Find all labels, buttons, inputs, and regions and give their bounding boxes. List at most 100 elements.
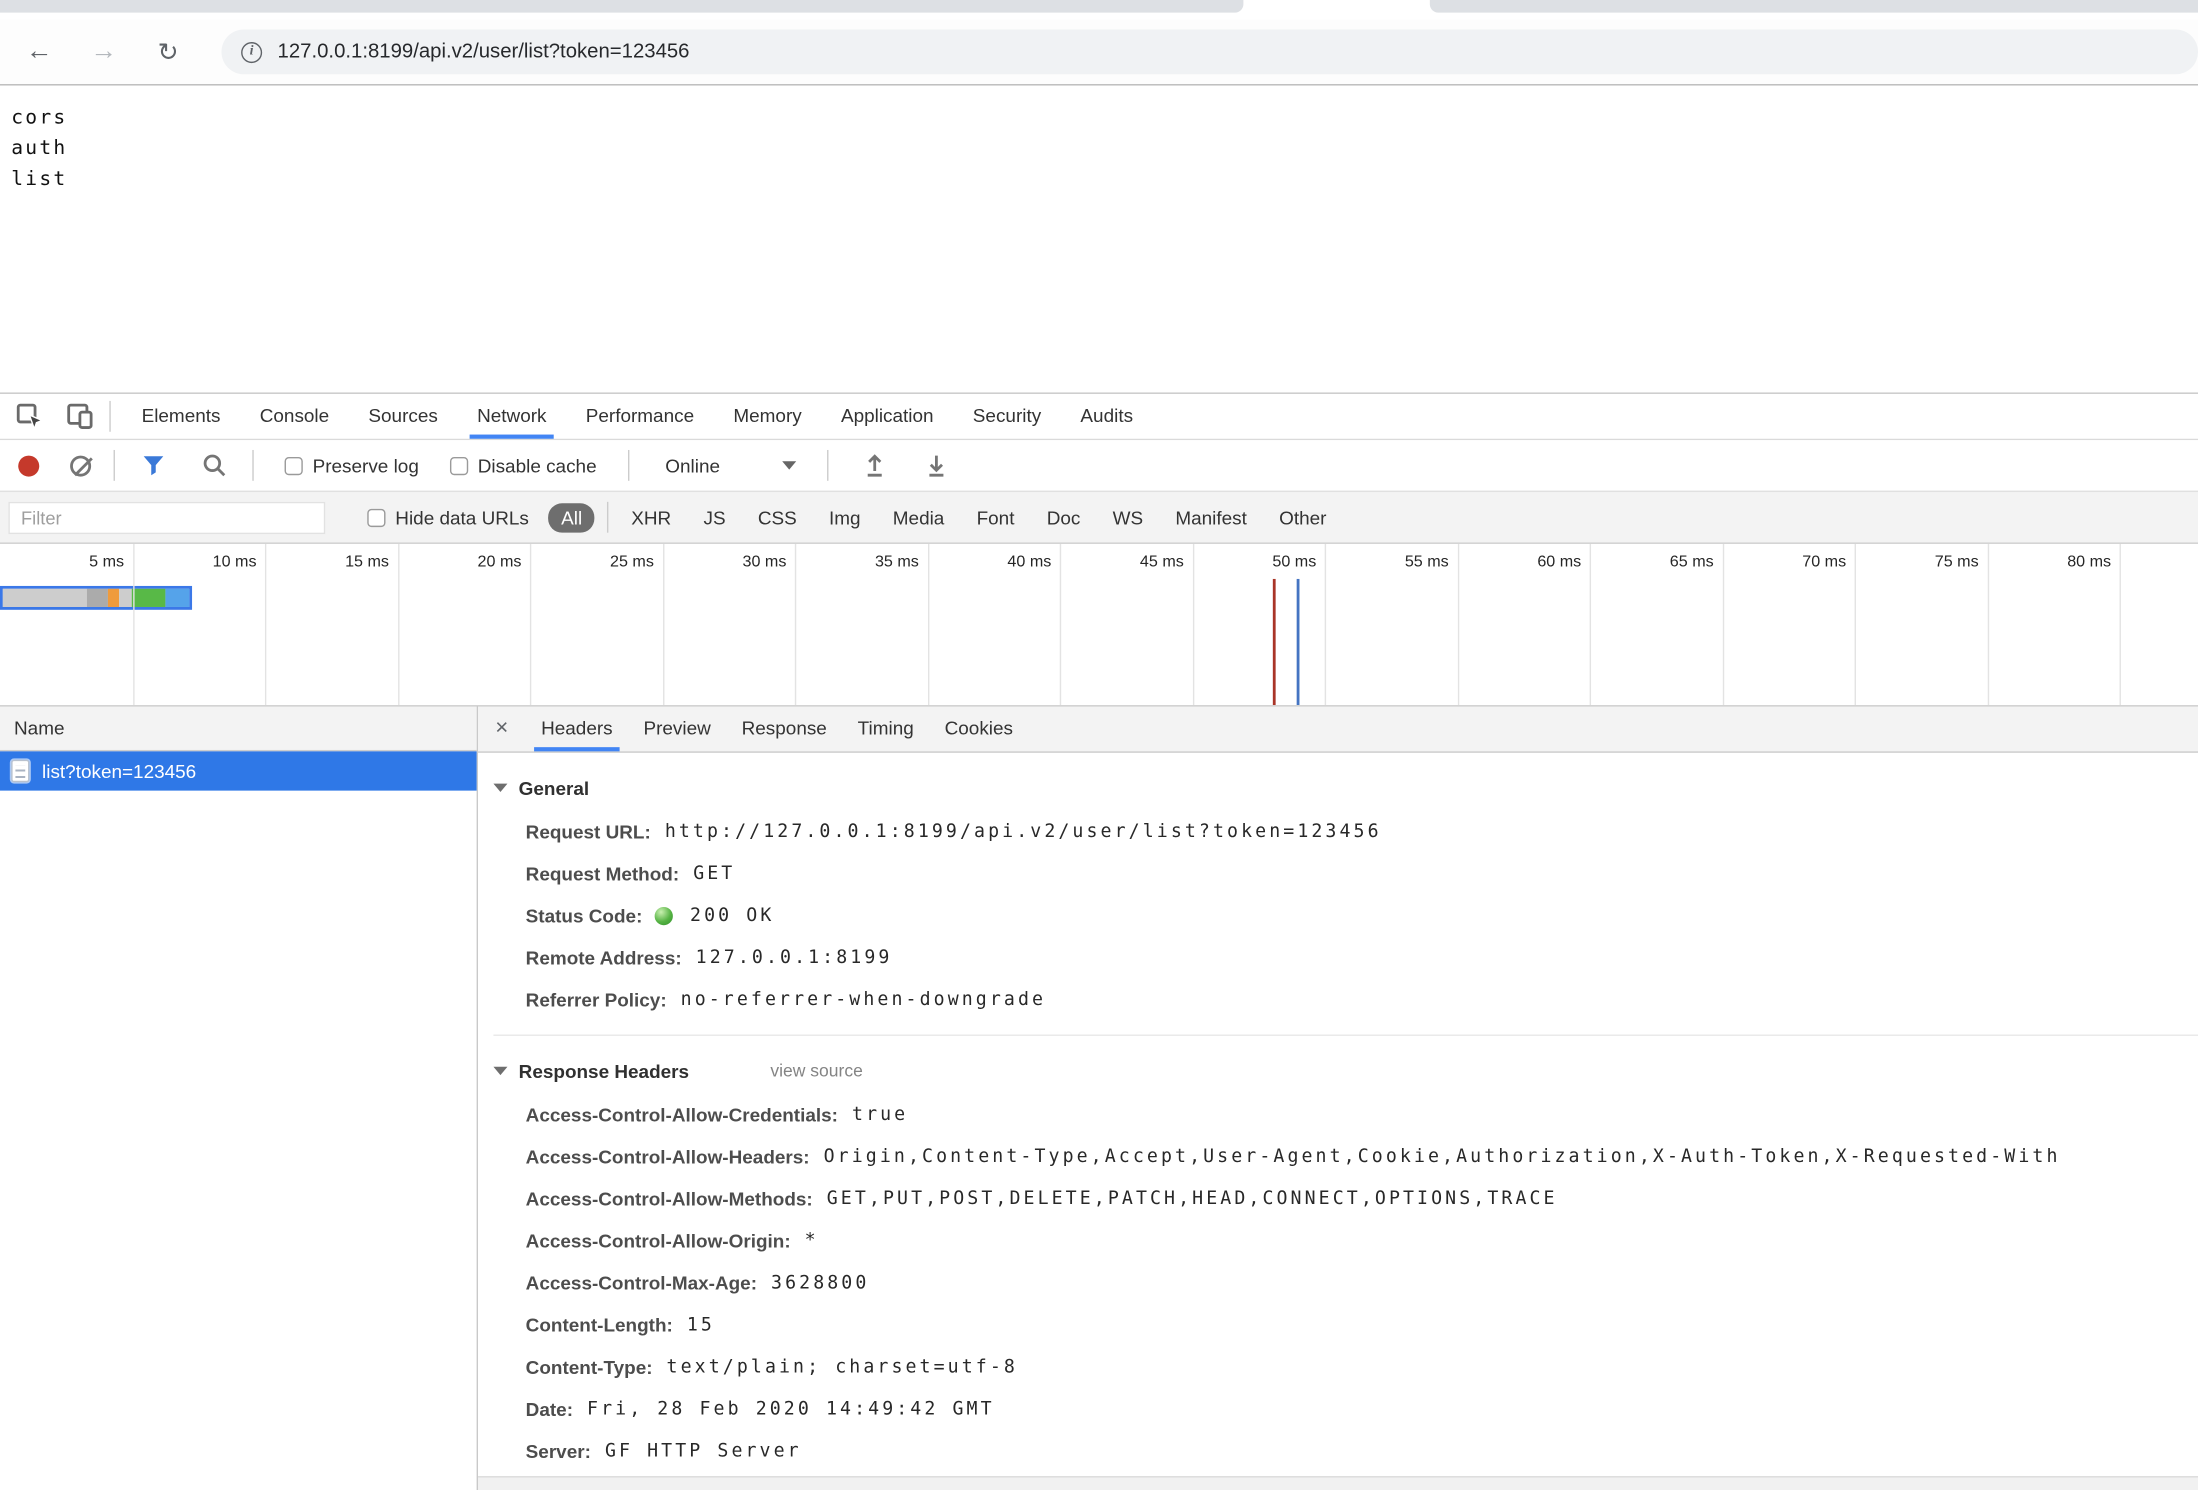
timeline-tick-label: 60 ms [1492,554,1582,571]
devtools-tab-list: ElementsConsoleSourcesNetworkPerformance… [122,394,1153,439]
preserve-log-checkbox[interactable] [285,456,303,474]
section-title-row[interactable]: Response Headersview source [493,1053,2198,1089]
overview-segment [119,589,132,607]
disable-cache-checkbox[interactable] [450,456,468,474]
overview-segment [132,589,166,607]
request-details-panel: × HeadersPreviewResponseTimingCookies Ge… [478,707,2198,1490]
horizontal-scrollbar[interactable] [478,1476,2198,1490]
details-tab-cookies[interactable]: Cookies [929,707,1028,752]
devtools-tab-memory[interactable]: Memory [714,394,822,439]
header-row: Request Method:GET [526,852,2198,894]
header-value: no-referrer-when-downgrade [681,989,1046,1010]
clear-network-log-icon[interactable] [70,455,91,476]
details-tab-headers[interactable]: Headers [526,707,628,752]
header-row: Date: Fri, 28 Feb 2020 14:49:42 GMT [526,1388,2198,1430]
view-source-link[interactable]: view source [770,1061,863,1081]
inspect-element-icon[interactable] [14,401,45,432]
timeline-gridline [1855,544,1856,705]
hide-data-urls-checkbox[interactable] [367,508,385,526]
filter-input[interactable] [8,501,325,533]
details-tab-response[interactable]: Response [726,707,842,752]
toolbar-divider [114,450,115,481]
header-row: Server:GF HTTP Server [526,1430,2198,1472]
name-column-header[interactable]: Name [0,707,477,752]
address-bar[interactable]: i 127.0.0.1:8199/api.v2/user/list?token=… [221,29,2198,74]
header-name: Access-Control-Max-Age: [526,1272,757,1293]
section-title: General [519,777,589,798]
details-tab-timing[interactable]: Timing [842,707,929,752]
devtools-tab-elements[interactable]: Elements [122,394,240,439]
filter-type-css[interactable]: CSS [748,503,807,532]
triangle-down-icon[interactable] [493,1067,507,1075]
timeline-gridline [1325,544,1326,705]
disable-cache-label[interactable]: Disable cache [478,455,597,476]
request-row[interactable]: list?token=123456 [0,751,477,790]
import-har-icon[interactable] [859,450,890,481]
dom-content-loaded-marker [1273,579,1276,705]
filter-type-doc[interactable]: Doc [1037,503,1090,532]
devtools-tab-sources[interactable]: Sources [349,394,458,439]
header-name: Request URL: [526,821,651,842]
toolbar-divider [827,450,828,481]
reload-icon[interactable]: ↻ [151,35,185,69]
filter-type-ws[interactable]: WS [1103,503,1153,532]
network-overview-timeline[interactable]: 5 ms10 ms15 ms20 ms25 ms30 ms35 ms40 ms4… [0,544,2198,705]
headers-pane: General Request URL:http://127.0.0.1:8199… [478,753,2198,1490]
header-value: GET,PUT,POST,DELETE,PATCH,HEAD,CONNECT,O… [827,1188,1558,1209]
timeline-tick-label: 40 ms [962,554,1052,571]
hide-data-urls-label[interactable]: Hide data URLs [395,507,529,528]
throttling-select[interactable]: Online [665,455,720,476]
timeline-gridline [795,544,796,705]
forward-icon[interactable]: → [87,35,121,69]
filter-type-manifest[interactable]: Manifest [1166,503,1257,532]
close-icon[interactable]: × [478,716,526,741]
header-row: Remote Address: 127.0.0.1:8199 [526,936,2198,978]
filter-type-other[interactable]: Other [1269,503,1336,532]
section-title-row[interactable]: General [493,770,2198,806]
page-info-icon[interactable]: i [241,41,262,62]
header-value: Fri, 28 Feb 2020 14:49:42 GMT [587,1398,995,1419]
timeline-tick-label: 75 ms [1889,554,1979,571]
page-content: cors auth list [0,86,2198,393]
header-value: true [852,1104,908,1125]
back-icon[interactable]: ← [22,35,56,69]
details-tab-preview[interactable]: Preview [628,707,726,752]
filter-type-img[interactable]: Img [819,503,870,532]
browser-window: ← → ↻ i 127.0.0.1:8199/api.v2/user/list?… [0,0,2198,1490]
toolbar-divider [109,401,110,432]
network-main-area: Name list?token=123456 × HeadersPreviewR… [0,705,2198,1490]
devtools-tab-security[interactable]: Security [953,394,1061,439]
search-icon[interactable] [199,450,230,481]
export-har-icon[interactable] [920,450,951,481]
filter-type-js[interactable]: JS [694,503,736,532]
devtools-left-icons [0,401,109,432]
browser-tab-inactive-left[interactable] [0,0,1243,13]
header-list: Request URL:http://127.0.0.1:8199/api.v2… [526,810,2198,1020]
timeline-tick-label: 35 ms [829,554,919,571]
devtools-tab-performance[interactable]: Performance [566,394,714,439]
devtools-tab-network[interactable]: Network [457,394,566,439]
filter-funnel-icon[interactable] [137,450,168,481]
header-list: Access-Control-Allow-Credentials:trueAcc… [526,1093,2198,1471]
header-name: Remote Address: [526,947,682,968]
filter-type-media[interactable]: Media [883,503,954,532]
filter-type-all[interactable]: All [549,503,595,532]
url-text[interactable]: 127.0.0.1:8199/api.v2/user/list?token=12… [278,41,690,63]
preserve-log-label[interactable]: Preserve log [313,455,419,476]
filter-type-xhr[interactable]: XHR [621,503,681,532]
devtools-tab-audits[interactable]: Audits [1061,394,1153,439]
timeline-gridline [1590,544,1591,705]
triangle-down-icon[interactable] [493,784,507,792]
header-name: Date: [526,1398,573,1419]
filter-type-font[interactable]: Font [967,503,1024,532]
chevron-down-icon[interactable] [782,461,796,469]
browser-tab-inactive-right[interactable] [1430,0,2198,13]
record-network-log-icon[interactable] [18,455,39,476]
device-toolbar-icon[interactable] [64,401,95,432]
overview-segment [3,589,87,607]
devtools-tab-application[interactable]: Application [821,394,953,439]
devtools-tab-console[interactable]: Console [240,394,349,439]
waterfall-overview-bar[interactable] [0,586,192,610]
timeline-tick-label: 70 ms [1756,554,1846,571]
header-value: 127.0.0.1:8199 [696,947,893,968]
